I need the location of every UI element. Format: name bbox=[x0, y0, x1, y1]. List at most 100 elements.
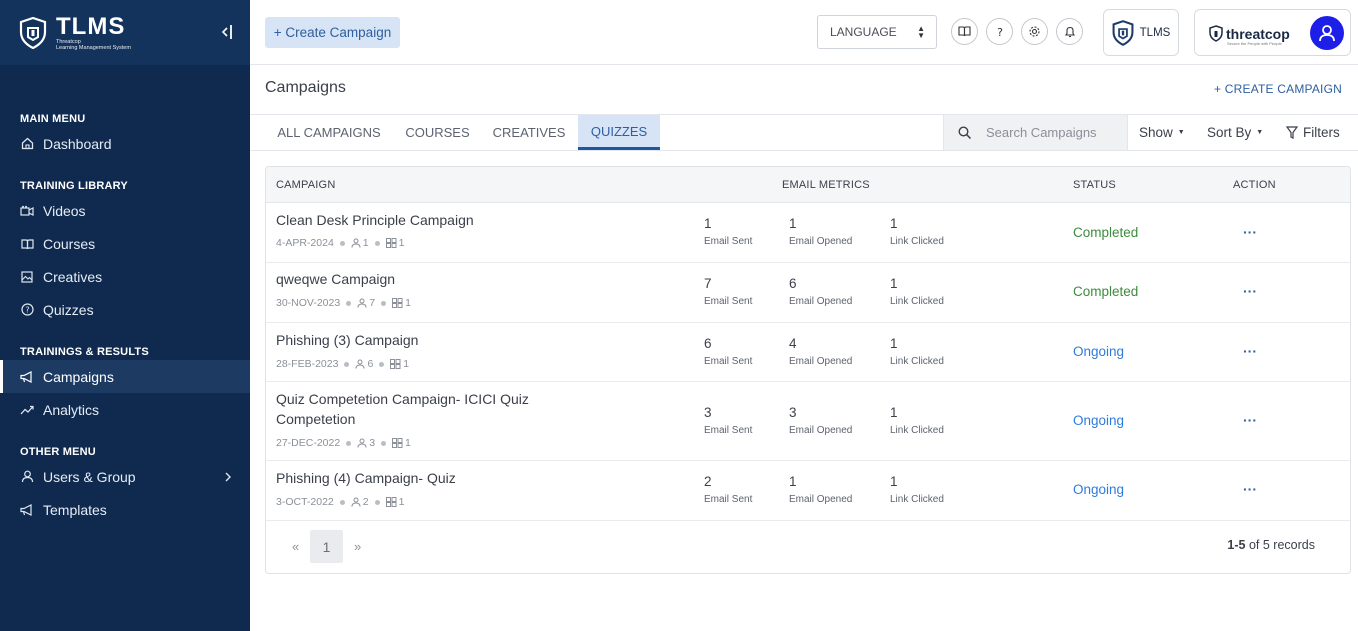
user-icon bbox=[351, 497, 361, 507]
tab-all-campaigns[interactable]: ALL CAMPAIGNS bbox=[265, 115, 393, 150]
campaign-date: 3-OCT-2022 bbox=[276, 496, 334, 508]
campaign-meta: 27-DEC-2022 3 1 bbox=[276, 437, 411, 449]
grid-icon bbox=[392, 298, 403, 308]
gear-icon[interactable] bbox=[1021, 18, 1048, 45]
sidebar-item-videos[interactable]: Videos bbox=[0, 194, 250, 227]
campaign-meta: 30-NOV-2023 7 1 bbox=[276, 297, 411, 309]
user-count: 3 bbox=[369, 437, 376, 449]
table-row: Quiz Competetion Campaign- ICICI Quiz Co… bbox=[266, 382, 1350, 461]
shield-logo-icon bbox=[18, 16, 48, 50]
sidebar-item-label: Templates bbox=[43, 501, 107, 518]
campaign-name[interactable]: Clean Desk Principle Campaign bbox=[276, 210, 546, 230]
more-actions-button[interactable]: ··· bbox=[1243, 344, 1257, 358]
sidebar-item-label: Courses bbox=[43, 235, 96, 252]
tab-courses[interactable]: COURSES bbox=[395, 115, 480, 150]
sidebar-item-users-group[interactable]: Users & Group bbox=[0, 460, 250, 493]
threatcop-tagline: Secure the People with People bbox=[1227, 41, 1282, 46]
sidebar-item-campaigns[interactable]: Campaigns bbox=[0, 360, 250, 393]
user-count: 2 bbox=[362, 496, 369, 508]
create-campaign-button[interactable]: + Create Campaign bbox=[265, 17, 400, 48]
records-count: 1-5 of 5 records bbox=[1227, 538, 1315, 552]
more-actions-button[interactable]: ··· bbox=[1243, 413, 1257, 427]
brand-subtitle-2: Learning Management System bbox=[56, 44, 131, 51]
svg-text:?: ? bbox=[997, 26, 1003, 38]
campaign-date: 4-APR-2024 bbox=[276, 237, 334, 249]
table-header: CAMPAIGN EMAIL METRICS STATUS ACTION bbox=[266, 167, 1350, 203]
metric-email-opened: 6 Email Opened bbox=[789, 276, 853, 307]
records-range: 1-5 bbox=[1227, 538, 1246, 552]
caret-down-icon: ▼ bbox=[1177, 129, 1185, 136]
module-count: 1 bbox=[405, 437, 411, 449]
create-campaign-link[interactable]: + CREATE CAMPAIGN bbox=[1214, 82, 1342, 96]
previous-page-button[interactable]: « bbox=[292, 539, 299, 554]
grid-icon bbox=[385, 497, 397, 507]
more-actions-button[interactable]: ··· bbox=[1243, 284, 1257, 298]
book-icon bbox=[20, 237, 34, 251]
metric-link-clicked: 1 Link Clicked bbox=[890, 336, 944, 367]
filter-icon bbox=[1286, 126, 1298, 139]
table-row: Phishing (4) Campaign- Quiz 3-OCT-2022 2… bbox=[266, 461, 1350, 521]
user-avatar-icon bbox=[1319, 25, 1335, 42]
nav-section-training-library: TRAINING LIBRARY bbox=[20, 180, 128, 192]
question-icon: ? bbox=[20, 303, 34, 317]
campaign-name[interactable]: Phishing (4) Campaign- Quiz bbox=[276, 468, 546, 488]
module-count: 1 bbox=[398, 237, 405, 249]
metric-link-clicked: 1 Link Clicked bbox=[890, 216, 944, 247]
sidebar-item-label: Analytics bbox=[43, 401, 100, 418]
search-input[interactable] bbox=[986, 125, 1126, 140]
sidebar-item-courses[interactable]: Courses bbox=[0, 227, 250, 260]
user-count: 7 bbox=[369, 297, 376, 309]
tlms-label: TLMS bbox=[1139, 26, 1171, 39]
column-header-status: STATUS bbox=[1073, 179, 1116, 191]
sidebar-item-label: Quizzes bbox=[43, 301, 94, 318]
show-dropdown[interactable]: Show ▼ bbox=[1127, 115, 1197, 150]
module-count: 1 bbox=[398, 496, 405, 508]
metric-link-clicked: 1 Link Clicked bbox=[890, 276, 944, 307]
more-actions-button[interactable]: ··· bbox=[1243, 482, 1257, 496]
chevron-right-icon[interactable] bbox=[224, 470, 232, 486]
page-1-button[interactable]: 1 bbox=[310, 530, 343, 563]
sidebar-item-label: Campaigns bbox=[43, 368, 114, 385]
sidebar-item-label: Videos bbox=[43, 202, 86, 219]
account-menu[interactable]: threatcop Secure the People with People bbox=[1194, 9, 1351, 56]
tab-creatives[interactable]: CREATIVES bbox=[486, 115, 572, 150]
sidebar-item-quizzes[interactable]: ? Quizzes bbox=[0, 293, 250, 326]
sidebar-item-creatives[interactable]: Creatives bbox=[0, 260, 250, 293]
metric-email-opened: 1 Email Opened bbox=[789, 216, 853, 247]
metric-link-clicked: 1 Link Clicked bbox=[890, 474, 944, 505]
language-select[interactable]: LANGUAGE ▲ ▼ bbox=[817, 15, 937, 49]
status-badge: Ongoing bbox=[1073, 482, 1125, 497]
campaign-name[interactable]: qweqwe Campaign bbox=[276, 269, 546, 289]
metric-email-opened: 3 Email Opened bbox=[789, 405, 853, 436]
tlms-app-switcher[interactable]: TLMS bbox=[1103, 9, 1179, 56]
collapse-sidebar-icon[interactable] bbox=[220, 22, 234, 42]
avatar[interactable] bbox=[1310, 16, 1344, 50]
sidebar-item-analytics[interactable]: Analytics bbox=[0, 393, 250, 426]
book-icon[interactable] bbox=[951, 18, 978, 45]
sidebar-item-templates[interactable]: Templates bbox=[0, 493, 250, 526]
more-actions-button[interactable]: ··· bbox=[1243, 225, 1257, 239]
campaign-date: 30-NOV-2023 bbox=[276, 297, 341, 309]
table-row: qweqwe Campaign 30-NOV-2023 7 1 7 Email S… bbox=[266, 263, 1350, 323]
user-icon bbox=[357, 438, 367, 448]
sidebar-item-label: Dashboard bbox=[43, 135, 112, 152]
sort-by-dropdown[interactable]: Sort By ▼ bbox=[1207, 115, 1263, 150]
sidebar-item-dashboard[interactable]: Dashboard bbox=[0, 127, 250, 160]
filters-button[interactable]: Filters bbox=[1286, 115, 1340, 150]
campaign-name[interactable]: Phishing (3) Campaign bbox=[276, 330, 546, 350]
tab-quizzes[interactable]: QUIZZES bbox=[578, 115, 660, 150]
campaigns-table: CAMPAIGN EMAIL METRICS STATUS ACTION Cle… bbox=[265, 166, 1351, 574]
next-page-button[interactable]: » bbox=[354, 539, 361, 554]
campaign-date: 27-DEC-2022 bbox=[276, 437, 341, 449]
help-icon[interactable]: ? bbox=[986, 18, 1013, 45]
home-icon bbox=[20, 137, 34, 151]
topbar: + Create Campaign LANGUAGE ▲ ▼ ? TLMS thr… bbox=[250, 0, 1358, 65]
bell-icon[interactable] bbox=[1056, 18, 1083, 45]
campaign-name[interactable]: Quiz Competetion Campaign- ICICI Quiz Co… bbox=[276, 389, 546, 429]
filters-label: Filters bbox=[1303, 125, 1340, 140]
sidebar-item-label: Creatives bbox=[43, 268, 103, 285]
metric-email-sent: 7 Email Sent bbox=[704, 276, 753, 307]
campaign-meta: 4-APR-2024 1 1 bbox=[276, 237, 404, 249]
search-icon bbox=[958, 125, 972, 140]
table-row: Clean Desk Principle Campaign 4-APR-2024… bbox=[266, 203, 1350, 263]
